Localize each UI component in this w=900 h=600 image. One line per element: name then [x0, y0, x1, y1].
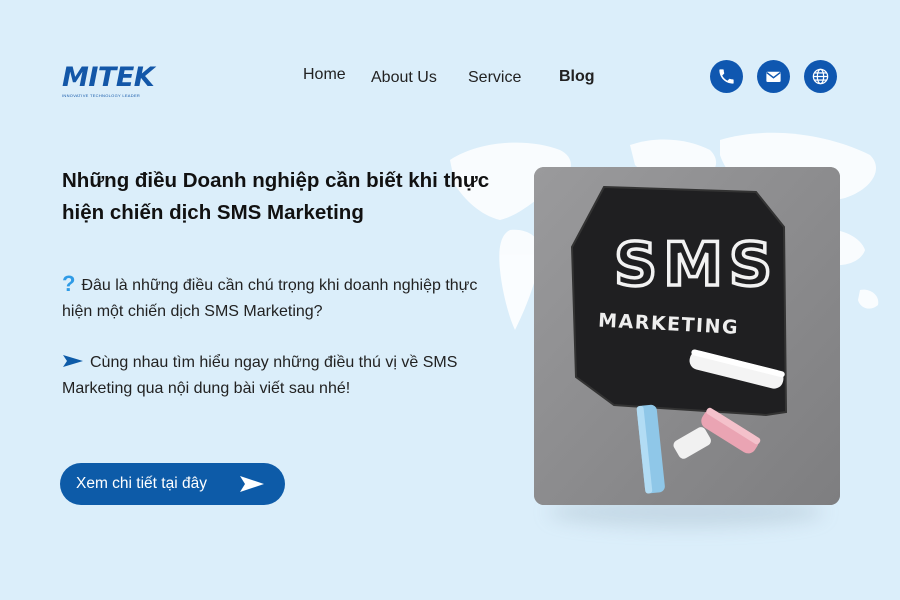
article-title: Những điều Doanh nghiệp cần biết khi thự… — [62, 169, 490, 224]
intro-question-text: Đâu là những điều cần chú trọng khi doan… — [62, 277, 478, 320]
brand-name: MITEK — [62, 62, 155, 93]
send-arrow-icon — [240, 476, 264, 492]
brand-logo[interactable]: MITEK INNOVATIVE TECHNOLOGY LEADER — [62, 64, 158, 100]
nav-blog[interactable]: Blog — [559, 68, 595, 86]
phone-button[interactable] — [710, 60, 743, 93]
globe-icon — [812, 68, 829, 85]
nav-about-us[interactable]: About Us — [371, 69, 437, 87]
phone-icon — [719, 69, 734, 84]
read-more-label: Xem chi tiết tại đây — [76, 475, 207, 492]
question-icon: ? — [62, 271, 76, 296]
mail-icon — [766, 71, 781, 83]
globe-button[interactable] — [804, 60, 837, 93]
brand-tagline: INNOVATIVE TECHNOLOGY LEADER — [62, 93, 141, 98]
chalkboard-illustration: SMS MARKETING — [534, 167, 840, 505]
slate-text-sms: SMS — [614, 230, 778, 300]
intro-paragraph-question: ? Đâu là những điều cần chú trọng khi doa… — [62, 273, 502, 325]
arrow-right-icon — [63, 355, 83, 367]
mail-button[interactable] — [757, 60, 790, 93]
read-more-button[interactable]: Xem chi tiết tại đây — [60, 463, 285, 505]
intro-cta-text: Cùng nhau tìm hiểu ngay những điều thú v… — [62, 354, 458, 397]
intro-paragraph-cta: Cùng nhau tìm hiểu ngay những điều thú v… — [62, 350, 502, 402]
nav-service[interactable]: Service — [468, 69, 521, 87]
sms-marketing-photo: SMS MARKETING — [534, 167, 840, 505]
nav-home[interactable]: Home — [303, 66, 346, 84]
